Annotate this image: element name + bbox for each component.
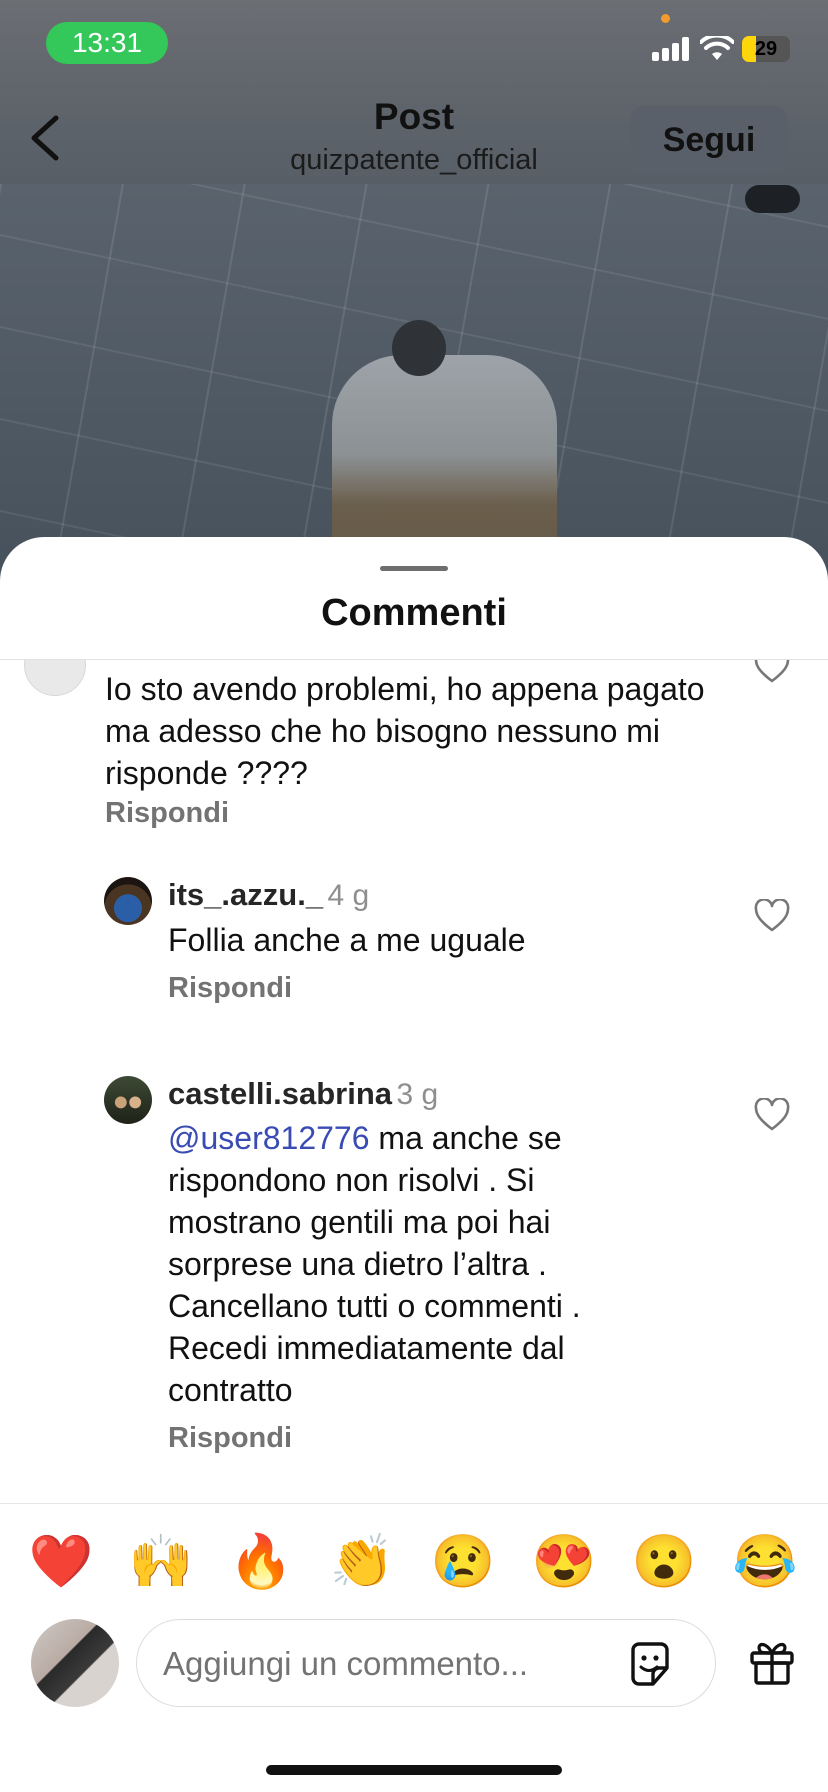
divider xyxy=(0,1503,828,1504)
privacy-indicator-dot xyxy=(661,14,670,23)
emoji-crying[interactable]: 😢 xyxy=(428,1527,498,1597)
comment-text: Follia anche a me uguale xyxy=(168,922,526,958)
emoji-heart-eyes[interactable]: 😍 xyxy=(529,1527,599,1597)
emoji-surprised[interactable]: 😮 xyxy=(629,1527,699,1597)
home-indicator[interactable] xyxy=(266,1765,562,1775)
sheet-title: Commenti xyxy=(321,592,507,634)
comment-composer xyxy=(0,1619,828,1719)
post-header: Post quizpatente_official Segui xyxy=(0,90,828,184)
avatar[interactable] xyxy=(24,660,86,696)
like-heart-icon[interactable] xyxy=(754,899,790,933)
comment-meta: castelli.sabrina 3 g xyxy=(168,1076,438,1112)
emoji-clap[interactable]: 👏 xyxy=(327,1527,397,1597)
emoji-raised-hands[interactable]: 🙌 xyxy=(126,1527,196,1597)
comment-input[interactable] xyxy=(163,1634,603,1694)
comment-username[interactable]: castelli.sabrina xyxy=(168,1076,392,1111)
sheet-grabber[interactable] xyxy=(380,566,448,571)
battery-percent: 29 xyxy=(754,38,778,60)
comment-text: Io sto avendo problemi, ho appena pagato… xyxy=(105,671,705,791)
comment-text: @user812776 ma anche se rispondono non r… xyxy=(168,1117,668,1411)
comment-age: 3 g xyxy=(396,1078,439,1111)
comments-list[interactable]: Io sto avendo problemi, ho appena pagato… xyxy=(0,660,828,1503)
quick-reaction-bar: ❤️ 🙌 🔥 👏 😢 😍 😮 😂 xyxy=(0,1527,828,1607)
reply-button[interactable]: Rispondi xyxy=(105,797,229,830)
shoe xyxy=(745,185,800,213)
comment-body: ma anche se rispondono non risolvi . Si … xyxy=(168,1120,581,1408)
comment-username[interactable]: its_.azzu._ xyxy=(168,877,323,912)
like-heart-icon[interactable] xyxy=(754,1098,790,1132)
like-heart-icon[interactable] xyxy=(754,660,790,684)
my-avatar[interactable] xyxy=(31,1619,119,1707)
reply-button[interactable]: Rispondi xyxy=(168,1422,292,1455)
battery-icon: 29 xyxy=(742,36,790,62)
reply-button[interactable]: Rispondi xyxy=(168,972,292,1005)
wifi-icon xyxy=(700,36,734,60)
gift-icon[interactable] xyxy=(748,1637,796,1687)
comment-age: 4 g xyxy=(327,879,370,912)
sticker-icon[interactable] xyxy=(625,1640,675,1690)
emoji-laughing[interactable]: 😂 xyxy=(730,1527,800,1597)
status-time[interactable]: 13:31 xyxy=(46,22,168,64)
follow-button[interactable]: Segui xyxy=(630,106,788,174)
emoji-heart[interactable]: ❤️ xyxy=(26,1527,96,1597)
avatar[interactable] xyxy=(104,1076,152,1124)
comment-input-wrapper xyxy=(136,1619,716,1707)
avatar[interactable] xyxy=(104,877,152,925)
comments-sheet: Commenti Io sto avendo problemi, ho appe… xyxy=(0,537,828,1792)
comment-meta: its_.azzu._ 4 g xyxy=(168,877,369,913)
user-mention[interactable]: @user812776 xyxy=(168,1120,370,1156)
emoji-fire[interactable]: 🔥 xyxy=(226,1527,296,1597)
status-bar: 13:31 29 xyxy=(0,0,828,90)
cellular-signal-icon xyxy=(652,37,692,61)
person-head xyxy=(392,320,446,376)
